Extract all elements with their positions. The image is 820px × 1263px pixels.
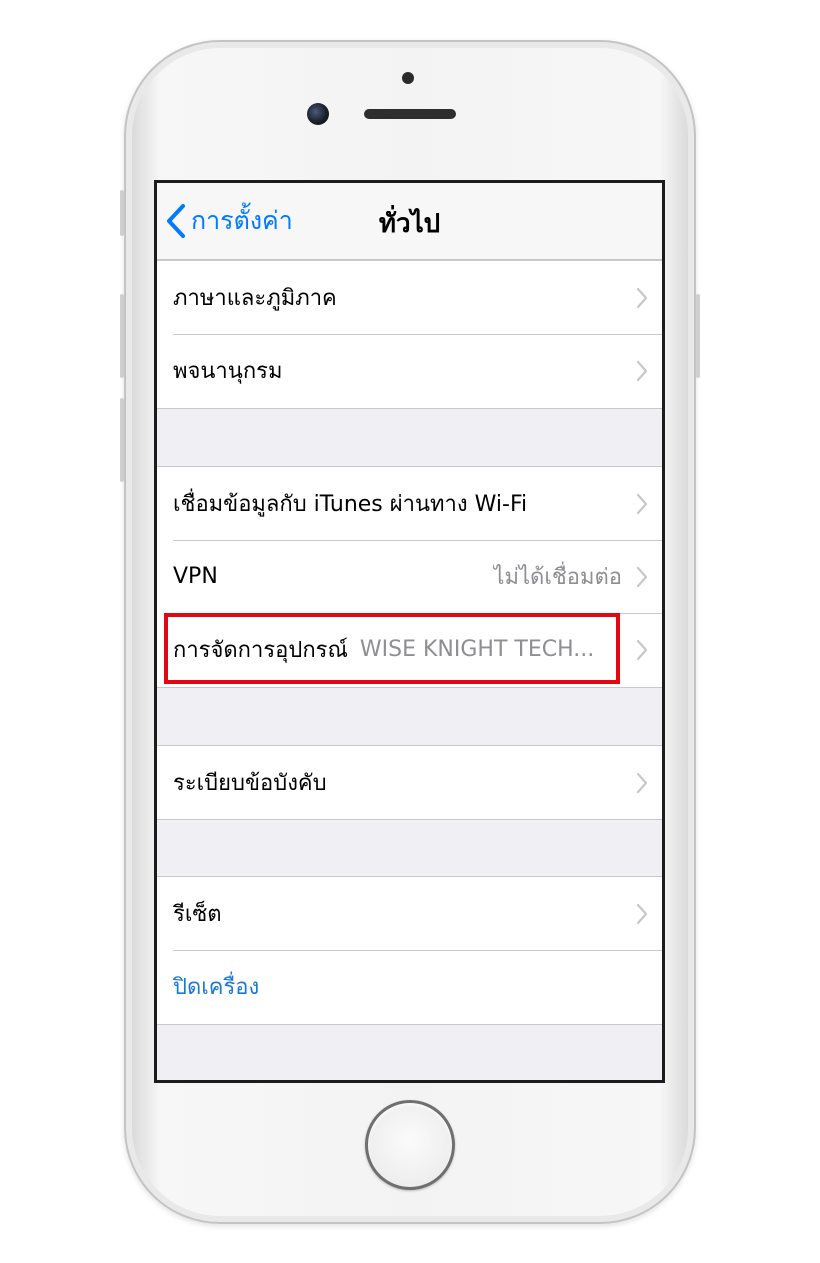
chevron-right-icon — [636, 772, 648, 793]
settings-group-connectivity: เชื่อมข้อมูลกับ iTunes ผ่านทาง Wi-Fi VPN… — [157, 466, 662, 688]
shut-down-button[interactable]: ปิดเครื่อง — [157, 950, 662, 1023]
screen: การตั้งค่า ทั่วไป ภาษาและภูมิภาค พจนานุก… — [154, 180, 665, 1083]
earpiece-speaker — [364, 109, 456, 119]
chevron-right-icon — [636, 360, 648, 381]
list-item-language-region[interactable]: ภาษาและภูมิภาค — [157, 261, 662, 334]
proximity-sensor — [402, 72, 414, 84]
volume-down-button — [120, 398, 124, 482]
list-item-dictionary[interactable]: พจนานุกรม — [157, 334, 662, 407]
settings-group-reset: รีเซ็ต ปิดเครื่อง — [157, 876, 662, 1025]
device-management-profile-value: WISE KNIGHT TECH... — [359, 637, 595, 662]
chevron-right-icon — [636, 493, 648, 514]
navigation-bar: การตั้งค่า ทั่วไป — [157, 183, 662, 260]
row-label: ระเบียบข้อบังคับ — [173, 771, 327, 796]
page-title: ทั่วไป — [378, 209, 441, 239]
front-camera — [307, 103, 329, 125]
row-label: ปิดเครื่อง — [173, 975, 260, 1000]
row-label: VPN — [173, 564, 218, 589]
chevron-right-icon — [636, 639, 648, 660]
volume-up-button — [120, 294, 124, 378]
list-item-regulatory[interactable]: ระเบียบข้อบังคับ — [157, 746, 662, 819]
mute-switch — [120, 190, 124, 236]
list-item-reset[interactable]: รีเซ็ต — [157, 877, 662, 950]
chevron-right-icon — [636, 903, 648, 924]
settings-group-regulatory: ระเบียบข้อบังคับ — [157, 745, 662, 820]
row-label: การจัดการอุปกรณ์ — [173, 638, 348, 663]
home-button[interactable] — [365, 1100, 455, 1190]
row-label: เชื่อมข้อมูลกับ iTunes ผ่านทาง Wi-Fi — [173, 492, 528, 517]
settings-group-language: ภาษาและภูมิภาค พจนานุกรม — [157, 260, 662, 409]
chevron-right-icon — [636, 287, 648, 308]
list-item-device-management[interactable]: การจัดการอุปกรณ์ WISE KNIGHT TECH... — [157, 613, 662, 686]
chevron-right-icon — [636, 566, 648, 587]
vpn-status-value: ไม่ได้เชื่อมต่อ — [493, 565, 622, 590]
list-item-vpn[interactable]: VPN ไม่ได้เชื่อมต่อ — [157, 540, 662, 613]
list-item-itunes-wifi-sync[interactable]: เชื่อมข้อมูลกับ iTunes ผ่านทาง Wi-Fi — [157, 467, 662, 540]
row-label: รีเซ็ต — [173, 902, 222, 927]
row-label: ภาษาและภูมิภาค — [173, 286, 337, 311]
row-label: พจนานุกรม — [173, 359, 283, 384]
power-button — [696, 294, 700, 378]
